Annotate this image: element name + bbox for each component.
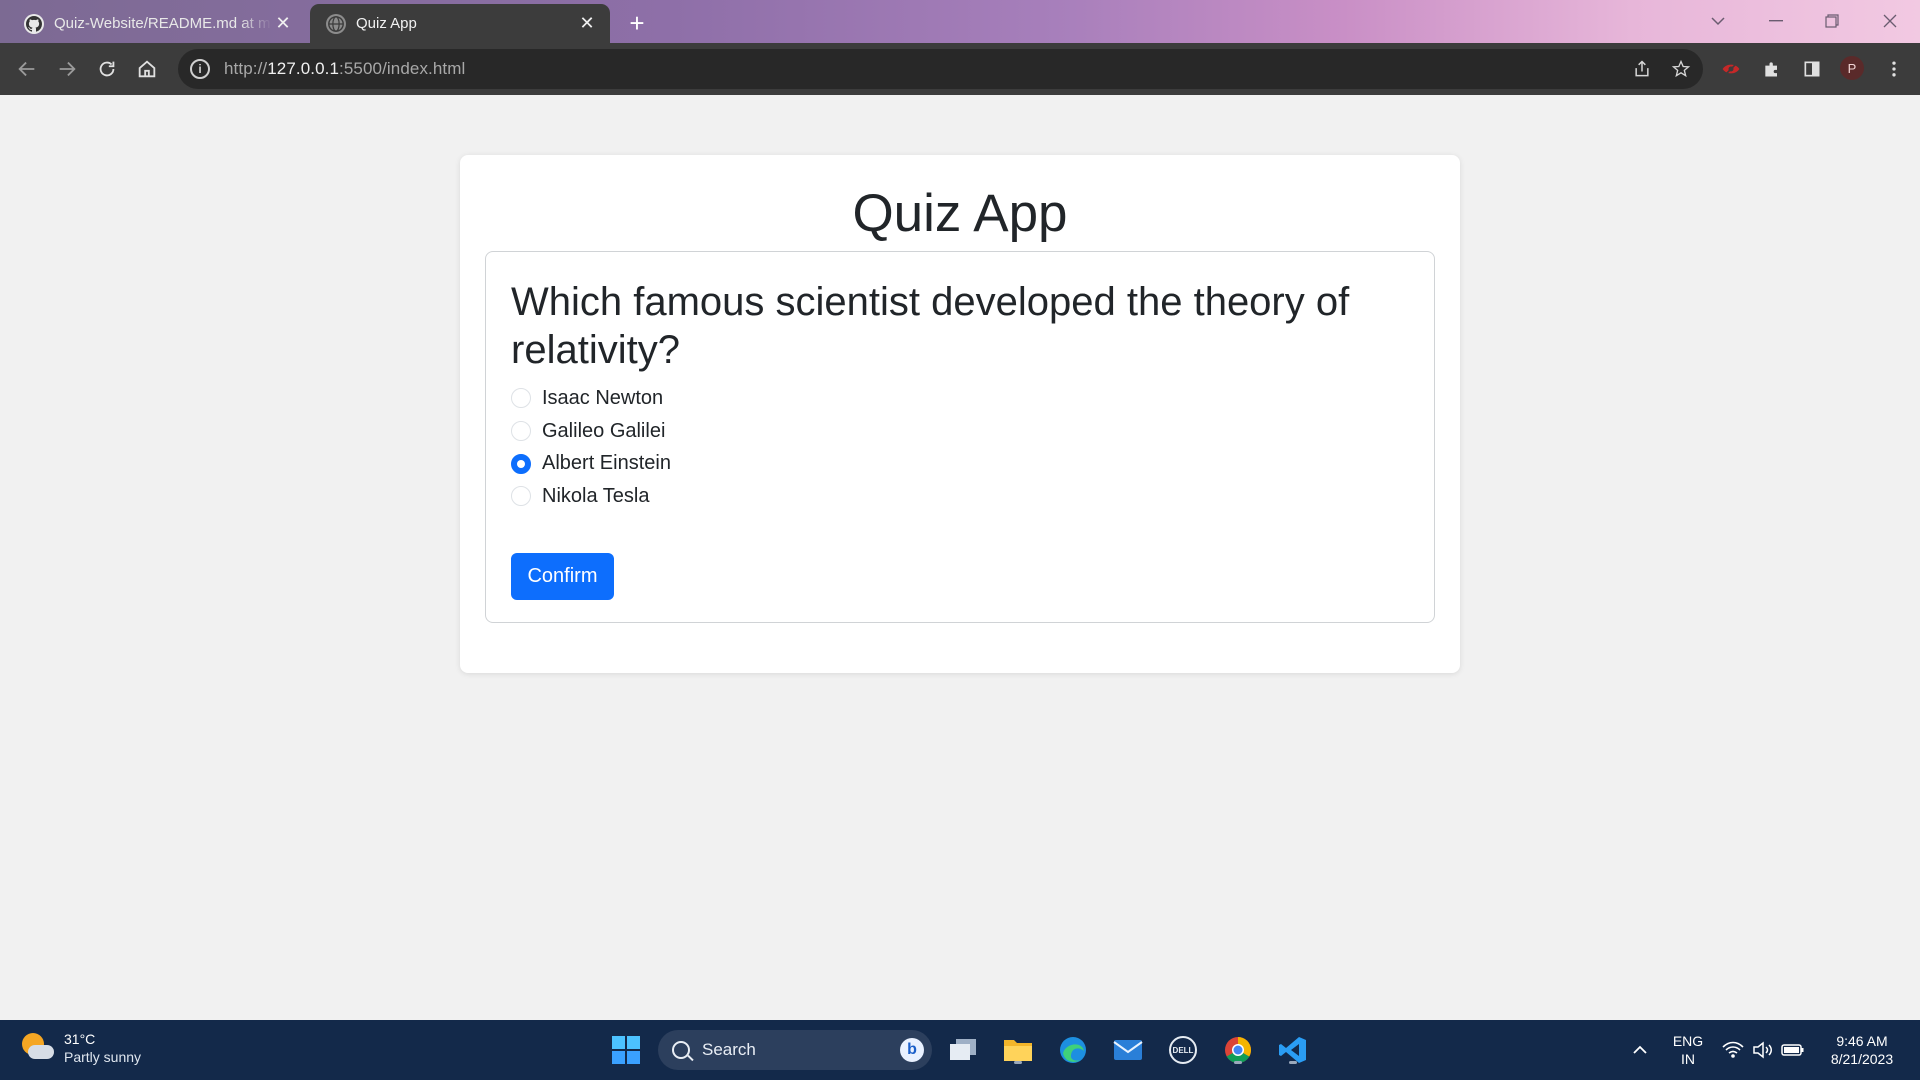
globe-icon (326, 13, 346, 34)
search-icon (672, 1041, 690, 1059)
tab-title: Quiz App (356, 15, 417, 32)
close-tab-icon[interactable]: ✕ (272, 13, 294, 35)
new-tab-button[interactable]: + (622, 8, 652, 38)
volume-icon[interactable] (1748, 1032, 1778, 1068)
minimize-button[interactable] (1754, 6, 1798, 36)
bookmark-star-icon[interactable] (1665, 53, 1697, 85)
tab-strip: Quiz-Website/README.md at main ✕ Quiz Ap… (0, 0, 1920, 43)
github-icon (24, 13, 44, 34)
weather-widget[interactable]: 31°C Partly sunny (20, 1030, 141, 1066)
file-explorer-icon[interactable] (1000, 1032, 1036, 1068)
back-button[interactable] (11, 53, 43, 85)
confirm-button[interactable]: Confirm (511, 553, 614, 600)
close-window-button[interactable] (1868, 6, 1912, 36)
tab-title: Quiz-Website/README.md at main (54, 15, 272, 32)
partly-sunny-icon (20, 1031, 54, 1065)
extensions-puzzle-icon[interactable] (1756, 53, 1788, 85)
edge-browser-icon[interactable] (1055, 1032, 1091, 1068)
task-view-icon[interactable] (945, 1032, 981, 1068)
address-bar[interactable]: i http://127.0.0.1:5500/index.html (178, 49, 1703, 89)
restore-button[interactable] (1810, 6, 1854, 36)
wifi-icon[interactable] (1718, 1032, 1748, 1068)
question-text: Which famous scientist developed the the… (511, 280, 1350, 372)
browser-toolbar: i http://127.0.0.1:5500/index.html (0, 43, 1920, 95)
search-placeholder: Search (702, 1040, 756, 1059)
language-indicator[interactable]: ENG IN (1662, 1032, 1714, 1068)
battery-icon[interactable] (1778, 1032, 1808, 1068)
option-label: Albert Einstein (542, 452, 671, 475)
radio-isaac-newton[interactable] (511, 388, 531, 409)
taskbar-search[interactable]: Search b (658, 1030, 932, 1070)
eye-blocked-extension-icon[interactable] (1715, 53, 1747, 85)
weather-temp: 31°C (64, 1031, 96, 1047)
svg-text:DELL: DELL (1173, 1046, 1194, 1055)
option-galileo-galilei[interactable]: Galileo Galilei (511, 415, 671, 448)
home-button[interactable] (131, 53, 163, 85)
menu-kebab-icon[interactable] (1878, 53, 1910, 85)
option-albert-einstein[interactable]: Albert Einstein (511, 447, 671, 480)
option-label: Galileo Galilei (542, 419, 666, 442)
site-info-icon[interactable]: i (190, 59, 210, 79)
option-nikola-tesla[interactable]: Nikola Tesla (511, 480, 671, 513)
tab-quiz-app[interactable]: Quiz App ✕ (310, 4, 610, 43)
chrome-browser-icon[interactable] (1220, 1032, 1256, 1068)
reload-button[interactable] (91, 53, 123, 85)
clock-time: 9:46 AM (1836, 1033, 1888, 1049)
option-label: Isaac Newton (542, 386, 664, 409)
close-tab-icon[interactable]: ✕ (576, 13, 598, 35)
dell-app-icon[interactable]: DELL (1165, 1032, 1201, 1068)
quiz-app-card: Quiz App Which famous scientist develope… (460, 155, 1460, 673)
side-panel-icon[interactable] (1796, 53, 1828, 85)
clock-date: 8/21/2023 (1830, 1051, 1894, 1067)
url-text: http://127.0.0.1:5500/index.html (224, 59, 466, 78)
answer-options: Isaac Newton Galileo Galilei Albert Eins… (511, 382, 671, 513)
option-isaac-newton[interactable]: Isaac Newton (511, 382, 671, 415)
profile-avatar[interactable]: P (1840, 56, 1864, 80)
show-hidden-icons-chevron-icon[interactable] (1622, 1032, 1658, 1068)
share-icon[interactable] (1626, 53, 1658, 85)
mail-icon[interactable] (1110, 1032, 1146, 1068)
vscode-icon[interactable] (1275, 1032, 1311, 1068)
windows-start-icon[interactable] (608, 1032, 644, 1068)
clock[interactable]: 9:46 AM 8/21/2023 (1816, 1032, 1908, 1068)
page-title: Quiz App (852, 184, 1068, 243)
radio-albert-einstein[interactable] (511, 453, 531, 474)
radio-nikola-tesla[interactable] (511, 486, 531, 507)
windows-taskbar: 31°C Partly sunny Search b DELL ENG IN 9… (0, 1020, 1920, 1080)
bing-icon[interactable]: b (900, 1038, 924, 1062)
weather-condition: Partly sunny (64, 1049, 142, 1065)
tab-search-chevron-icon[interactable] (1696, 6, 1740, 36)
option-label: Nikola Tesla (542, 484, 650, 507)
page-viewport: Quiz App Which famous scientist develope… (0, 95, 1920, 1079)
radio-galileo-galilei[interactable] (511, 421, 531, 442)
tab-github-readme[interactable]: Quiz-Website/README.md at main ✕ (0, 4, 306, 43)
forward-button[interactable] (51, 53, 83, 85)
question-card: Which famous scientist developed the the… (485, 251, 1435, 623)
